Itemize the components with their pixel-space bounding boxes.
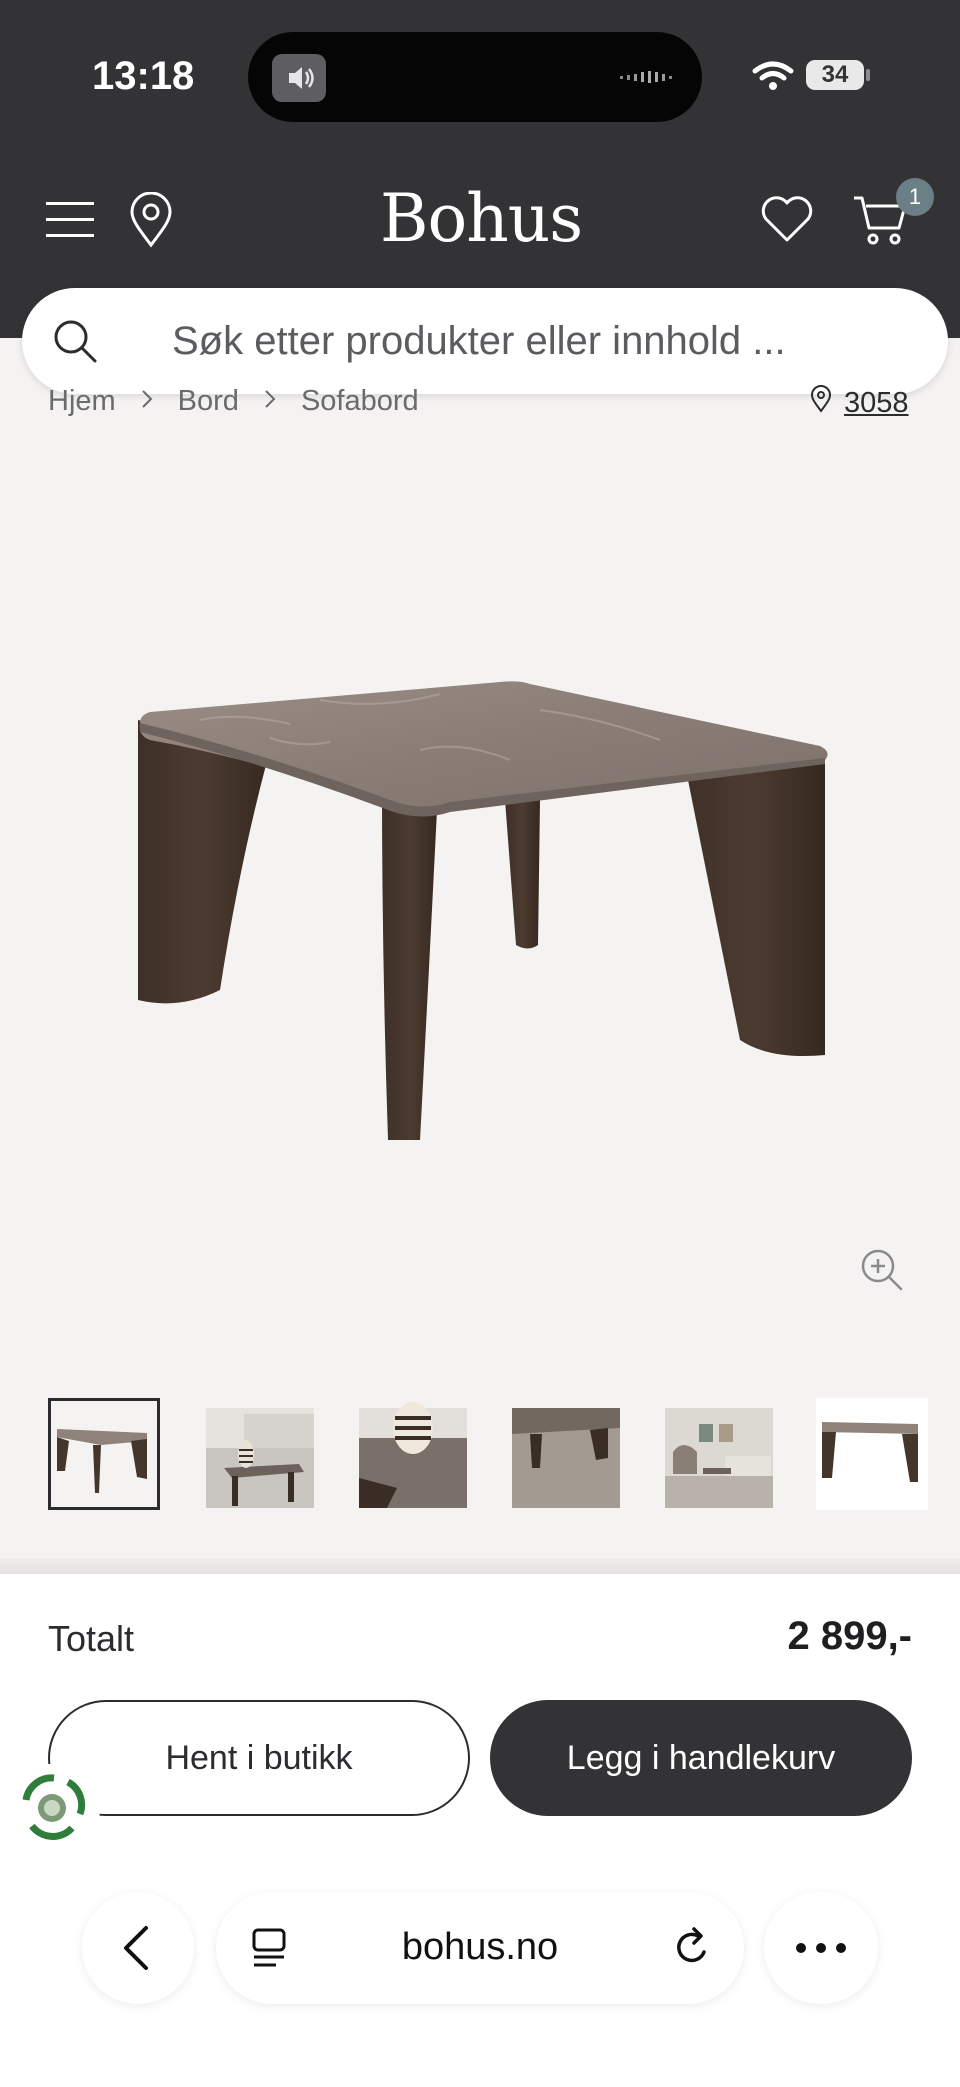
more-dots-icon bbox=[796, 1943, 846, 1953]
pickup-in-store-button[interactable]: Hent i butikk bbox=[48, 1700, 470, 1816]
chevron-right-icon bbox=[263, 385, 277, 418]
cart-count-badge: 1 bbox=[896, 178, 934, 216]
thumbnail-5[interactable] bbox=[663, 1398, 775, 1510]
search-placeholder: Søk etter produkter eller innhold ... bbox=[172, 319, 786, 363]
zoom-in-button[interactable] bbox=[860, 1248, 904, 1292]
product-image[interactable] bbox=[120, 660, 840, 1160]
store-code-link[interactable]: 3058 bbox=[844, 387, 909, 420]
heart-icon bbox=[761, 196, 813, 242]
breadcrumb-home[interactable]: Hjem bbox=[48, 385, 116, 418]
wifi-icon bbox=[752, 60, 794, 97]
recycle-icon bbox=[22, 1774, 86, 1840]
breadcrumb: Hjem Bord Sofabord bbox=[48, 385, 419, 418]
speaker-icon bbox=[272, 54, 326, 102]
reload-icon[interactable] bbox=[670, 1924, 714, 1975]
battery-indicator: 34 bbox=[806, 60, 864, 90]
chevron-left-icon bbox=[124, 1926, 148, 1970]
browser-back-button[interactable] bbox=[82, 1892, 194, 2004]
thumbnail-gallery bbox=[48, 1398, 928, 1510]
search-icon bbox=[52, 318, 98, 369]
hamburger-icon bbox=[46, 202, 94, 237]
thumbnail-3[interactable] bbox=[357, 1398, 469, 1510]
map-pin-icon bbox=[810, 385, 832, 421]
browser-url: bohus.no bbox=[401, 1926, 559, 1968]
zoom-in-icon bbox=[861, 1249, 903, 1291]
selected-store[interactable]: 3058 bbox=[810, 385, 909, 421]
menu-button[interactable] bbox=[46, 200, 94, 240]
thumbnail-2[interactable] bbox=[204, 1398, 316, 1510]
coffee-table-image bbox=[138, 681, 828, 1140]
breadcrumb-bord[interactable]: Bord bbox=[178, 385, 239, 418]
recycle-badge[interactable] bbox=[10, 1764, 100, 1854]
browser-more-button[interactable] bbox=[764, 1892, 878, 2004]
browser-address-bar[interactable]: bohus.no bbox=[216, 1892, 744, 2004]
search-input[interactable]: Søk etter produkter eller innhold ... bbox=[22, 288, 948, 394]
total-label: Totalt bbox=[48, 1618, 135, 1659]
wishlist-button[interactable] bbox=[760, 194, 814, 244]
add-to-cart-button[interactable]: Legg i handlekurv bbox=[490, 1700, 912, 1816]
total-price: 2 899,- bbox=[787, 1614, 912, 1658]
section-divider bbox=[0, 1558, 960, 1574]
chevron-right-icon bbox=[140, 385, 154, 418]
status-time: 13:18 bbox=[92, 54, 195, 98]
volume-level-icon bbox=[620, 67, 674, 92]
dynamic-island bbox=[248, 32, 702, 122]
thumbnail-4[interactable] bbox=[510, 1398, 622, 1510]
breadcrumb-sofabord[interactable]: Sofabord bbox=[301, 385, 419, 418]
map-pin-icon bbox=[130, 191, 172, 248]
battery-tip bbox=[866, 69, 870, 81]
brand-logo[interactable]: Bohus bbox=[380, 180, 583, 257]
store-locator-button[interactable] bbox=[128, 191, 174, 248]
thumbnail-1[interactable] bbox=[48, 1398, 160, 1510]
thumbnail-6[interactable] bbox=[816, 1398, 928, 1510]
